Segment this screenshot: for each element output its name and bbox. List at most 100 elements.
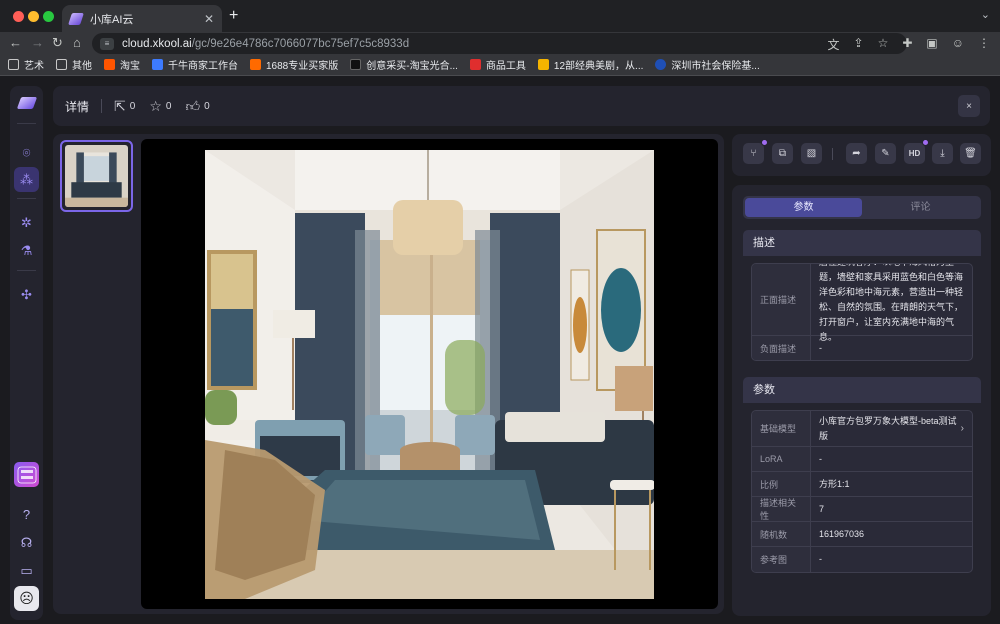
image-viewer[interactable] xyxy=(141,139,718,609)
address-bar[interactable]: ≡ cloud.xkool.ai/gc/9e26e4786c7066077bc7… xyxy=(92,33,907,54)
new-tab-button[interactable]: + xyxy=(229,7,238,25)
maximize-window-button[interactable] xyxy=(43,11,54,22)
chevron-right-icon[interactable]: › xyxy=(961,421,964,436)
negative-prompt-row: 负面描述 - xyxy=(752,336,972,360)
trash-icon: 🗑︎ xyxy=(964,148,977,159)
new-dot xyxy=(922,139,929,146)
header-divider xyxy=(101,99,103,113)
detail-tabs: 参数 评论 xyxy=(743,196,981,219)
taobao-icon xyxy=(104,59,115,70)
base-model-value: 小库官方包罗万象大模型-beta测试版 xyxy=(819,415,957,441)
like-stat[interactable]: 👍︎ 0 xyxy=(185,98,209,115)
share-stat[interactable]: ⇱ 0 xyxy=(114,98,135,115)
image-thumbnail[interactable] xyxy=(60,140,133,212)
close-button[interactable]: × xyxy=(958,95,980,117)
star-icon: ☆ xyxy=(149,97,162,114)
xkool-logo-icon[interactable] xyxy=(16,97,38,109)
qianniu-icon xyxy=(152,59,163,70)
param-key: LoRA xyxy=(752,447,811,471)
copy-icon: ⧉ xyxy=(778,148,787,159)
close-window-button[interactable] xyxy=(13,11,24,22)
param-key: 随机数 xyxy=(752,522,811,546)
bookmark-item[interactable]: 其他 xyxy=(56,57,92,72)
params-section-title: 参数 xyxy=(743,377,981,403)
reload-icon[interactable]: ↻ xyxy=(52,36,63,49)
positive-prompt-label: 正面描述 xyxy=(752,264,811,335)
param-value: 7 xyxy=(819,503,825,514)
forward-arrow-icon[interactable]: → xyxy=(31,36,44,49)
creative-icon xyxy=(350,59,362,70)
positive-prompt-row: 正面描述 居住建筑客厅：以地中海风格为主题，墙壁和家具采用蓝色和白色等海洋色彩和… xyxy=(752,264,972,342)
param-row: 比例 方形1:1 xyxy=(752,472,972,497)
new-dot xyxy=(761,139,768,146)
bookmark-item[interactable]: 深圳市社会保险基... xyxy=(655,57,760,72)
bookmark-item[interactable]: 创意采买-淘宝光合... xyxy=(350,57,458,72)
left-rail: ⌾ ⁂ ✲ ⚗ ✣ ? ☊ ▭ ☹ xyxy=(10,86,43,620)
browser-toolbar: ← → ↻ ⌂ ≡ cloud.xkool.ai/gc/9e26e4786c70… xyxy=(0,32,1000,54)
invite-badge[interactable] xyxy=(14,462,39,487)
param-row: LoRA - xyxy=(752,447,972,472)
image-edit-button[interactable]: ▧ xyxy=(801,143,822,164)
plugin-icon[interactable]: ✣ xyxy=(14,282,39,307)
url-host: cloud.xkool.ai xyxy=(122,37,192,50)
help-icon[interactable]: ? xyxy=(14,502,39,527)
tab-comments[interactable]: 评论 xyxy=(862,198,979,217)
home-icon[interactable]: ⌂ xyxy=(73,36,81,49)
lightbulb-icon[interactable]: ⌾ xyxy=(14,140,39,165)
site-info-icon[interactable]: ≡ xyxy=(100,37,114,50)
hd-button[interactable]: HD xyxy=(904,139,929,164)
folder-icon xyxy=(8,59,19,70)
image-panel xyxy=(53,134,724,614)
back-arrow-icon[interactable]: ← xyxy=(9,36,22,49)
tab-search-chevron-icon[interactable]: ⌄ xyxy=(981,8,990,21)
flask-icon[interactable]: ⚗ xyxy=(14,238,39,263)
star-stat[interactable]: ☆ 0 xyxy=(149,98,171,115)
drama-icon xyxy=(537,59,549,70)
bookmark-item[interactable]: 艺术 xyxy=(8,57,44,72)
param-row: 参考图 - xyxy=(752,547,972,572)
browser-tab-strip: 小库AI云 ✕ + ⌄ xyxy=(0,0,1000,32)
detail-sidebar: ⑂ ⧉ ▧ ➦ ✎ HD ⤓ 🗑︎ 参数 评论 描述 正面描述 居住建筑客厅：以… xyxy=(732,134,991,616)
params-card: 基础模型 小库官方包罗万象大模型-beta测试版 › LoRA - 比例 方形1:… xyxy=(751,410,973,573)
headset-icon[interactable]: ☊ xyxy=(14,530,39,555)
profile-avatar-icon[interactable]: ☺ xyxy=(952,36,964,53)
bookmark-item[interactable]: 商品工具 xyxy=(469,57,526,72)
browser-tab[interactable]: 小库AI云 ✕ xyxy=(62,5,222,32)
1688-icon xyxy=(250,59,261,70)
share-arrow-icon: ➦ xyxy=(852,148,861,159)
tab-close-icon[interactable]: ✕ xyxy=(204,12,214,26)
download-button[interactable]: ⤓ xyxy=(932,143,953,164)
bookmark-item[interactable]: 1688专业买家版 xyxy=(250,57,338,72)
bookmark-item[interactable]: 千牛商家工作台 xyxy=(152,57,238,72)
page-title: 详情 xyxy=(65,99,90,114)
generated-image xyxy=(205,150,654,599)
negative-prompt-value: - xyxy=(819,342,822,353)
copy-button[interactable]: ⧉ xyxy=(772,143,793,164)
share-icon[interactable]: ⇪ xyxy=(854,36,864,53)
param-key: 描述相关性 xyxy=(752,497,811,521)
folder-icon xyxy=(56,59,67,70)
param-row-base-model[interactable]: 基础模型 小库官方包罗万象大模型-beta测试版 › xyxy=(752,411,972,447)
avatar[interactable]: ☹ xyxy=(14,586,39,611)
extensions-icon[interactable]: ✚ xyxy=(902,36,912,53)
share-button[interactable]: ➦ xyxy=(846,143,867,164)
bookmark-item[interactable]: 12部经典美剧，从... xyxy=(537,57,643,72)
tab-params[interactable]: 参数 xyxy=(745,198,862,217)
sidebar-icon[interactable]: ▣ xyxy=(926,36,937,53)
translate-icon[interactable]: 文 xyxy=(827,36,839,53)
minimize-window-button[interactable] xyxy=(28,11,39,22)
message-icon[interactable]: ▭ xyxy=(14,558,39,583)
action-toolbar: ⑂ ⧉ ▧ ➦ ✎ HD ⤓ 🗑︎ xyxy=(732,134,991,176)
download-icon: ⤓ xyxy=(940,148,945,159)
pencil-icon: ✎ xyxy=(881,148,890,159)
edit-button[interactable]: ✎ xyxy=(875,143,896,164)
menu-dots-icon[interactable]: ⋮ xyxy=(978,36,990,53)
bookmark-item[interactable]: 淘宝 xyxy=(104,57,140,72)
hd-icon: HD xyxy=(908,149,921,158)
bookmark-star-icon[interactable]: ☆ xyxy=(878,36,889,53)
delete-button[interactable]: 🗑︎ xyxy=(960,143,981,164)
branch-button[interactable]: ⑂ xyxy=(743,139,768,164)
rail-divider xyxy=(17,123,36,124)
apps-icon[interactable]: ⁂ xyxy=(14,167,39,192)
atom-icon[interactable]: ✲ xyxy=(14,210,39,235)
